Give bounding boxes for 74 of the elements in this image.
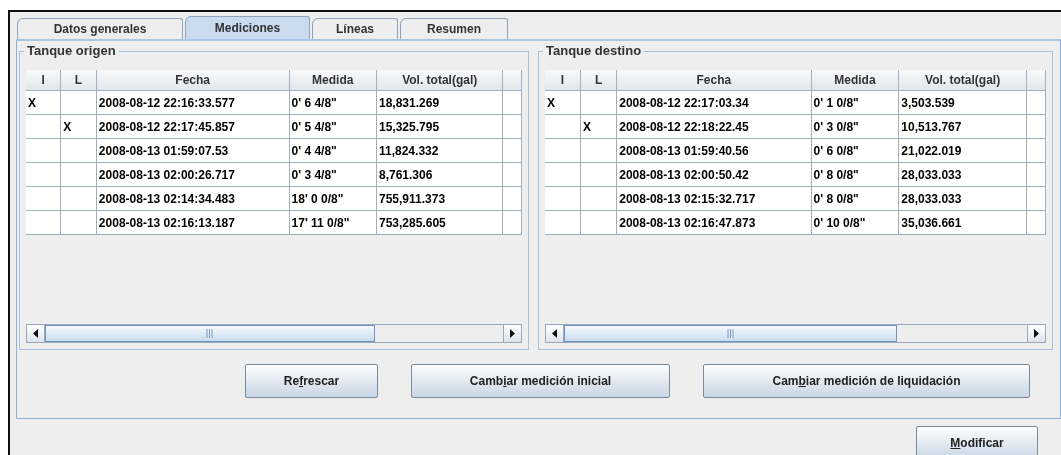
modify-button[interactable]: Modificar — [916, 426, 1038, 455]
column-header[interactable]: Vol. total(gal) — [898, 70, 1027, 91]
tab[interactable]: Datos generales — [17, 18, 183, 39]
table-cell: 2008-08-12 22:17:45.857 — [98, 119, 235, 134]
table-cell: 2008-08-13 02:15:32.717 — [619, 191, 756, 206]
scroll-left-button[interactable] — [546, 325, 563, 342]
table-cell: 10,513.767 — [901, 119, 962, 134]
table-cell: 0' 5 4/8" — [291, 119, 337, 134]
change-initial-button[interactable]: Cambiar medición inicial — [411, 364, 670, 398]
table-cell: 28,033.033 — [901, 167, 962, 182]
column-header[interactable]: L — [580, 70, 617, 91]
table-cell: 0' 6 0/8" — [813, 143, 859, 158]
table-cell: 15,325.795 — [379, 119, 440, 134]
group-title: Tanque origen — [24, 43, 119, 58]
table-cell: 0' 1 0/8" — [813, 95, 859, 110]
table-cell: 2008-08-13 02:14:34.483 — [98, 191, 235, 206]
grip-icon — [727, 329, 735, 338]
column-header[interactable]: Fecha — [96, 70, 290, 91]
table-cell: 18' 0 0/8" — [291, 191, 344, 206]
column-header[interactable]: I — [545, 70, 581, 91]
tab[interactable]: Resumen — [400, 18, 508, 39]
tab[interactable]: Líneas — [312, 18, 398, 39]
table-cell: 0' 8 0/8" — [813, 191, 859, 206]
grip-icon — [206, 329, 214, 338]
table-cell: 2008-08-13 02:16:13.187 — [98, 215, 235, 230]
table-cell: X — [63, 119, 72, 134]
refresh-button[interactable]: Refrescar — [245, 364, 378, 398]
column-header[interactable]: I — [26, 70, 61, 91]
left-arrow-icon — [33, 329, 38, 338]
table-cell: 753,285.605 — [379, 215, 446, 230]
table-cell: X — [582, 119, 591, 134]
table-cell: 2008-08-13 01:59:07.53 — [98, 143, 229, 158]
table-cell: X — [28, 95, 36, 110]
column-header[interactable]: Vol. total(gal) — [376, 70, 503, 91]
table-cell: 2008-08-12 22:17:03.34 — [619, 95, 749, 110]
change-liquidation-button[interactable]: Cambiar medición de liquidación — [703, 364, 1030, 398]
column-header[interactable]: Fecha — [616, 70, 811, 91]
table-cell: 0' 3 4/8" — [291, 167, 337, 182]
group-title: Tanque destino — [543, 43, 645, 58]
table-cell: 8,761.306 — [379, 167, 433, 182]
table-cell: 2008-08-13 02:16:47.873 — [619, 215, 756, 230]
horizontal-scrollbar[interactable] — [545, 324, 1046, 343]
scroll-left-button[interactable] — [27, 325, 44, 342]
column-header[interactable]: L — [60, 70, 97, 91]
column-header[interactable]: Medida — [811, 70, 899, 91]
table-cell: 0' 8 0/8" — [813, 167, 859, 182]
column-header[interactable]: Medida — [289, 70, 377, 91]
table-cell: 2008-08-13 02:00:50.42 — [619, 167, 749, 182]
left-arrow-icon — [552, 329, 557, 338]
table-cell: 17' 11 0/8" — [291, 215, 350, 230]
table-cell: 3,503.539 — [901, 95, 955, 110]
table-cell: 755,911.373 — [379, 191, 446, 206]
table-cell: 35,036.661 — [901, 215, 962, 230]
table-cell: 2008-08-12 22:18:22.45 — [619, 119, 749, 134]
scroll-right-button[interactable] — [1028, 325, 1045, 342]
table-cell: 0' 3 0/8" — [813, 119, 859, 134]
table-cell: 18,831.269 — [379, 95, 440, 110]
table-cell: 0' 10 0/8" — [813, 215, 866, 230]
table-cell: 0' 6 4/8" — [291, 95, 337, 110]
table-cell: 28,033.033 — [901, 191, 962, 206]
table-cell: 2008-08-13 01:59:40.56 — [619, 143, 749, 158]
tab[interactable]: Mediciones — [185, 16, 310, 39]
table-cell: 21,022.019 — [901, 143, 962, 158]
table-cell: X — [547, 95, 555, 110]
scroll-thumb[interactable] — [45, 325, 375, 342]
table-cell: 11,824.332 — [379, 143, 439, 158]
table-cell: 2008-08-12 22:16:33.577 — [98, 95, 235, 110]
right-arrow-icon — [1034, 329, 1039, 338]
scroll-thumb[interactable] — [564, 325, 898, 342]
horizontal-scrollbar[interactable] — [26, 324, 522, 343]
table-cell: 2008-08-13 02:00:26.717 — [98, 167, 235, 182]
scroll-right-button[interactable] — [504, 325, 521, 342]
table-cell: 0' 4 4/8" — [291, 143, 337, 158]
right-arrow-icon — [510, 329, 515, 338]
